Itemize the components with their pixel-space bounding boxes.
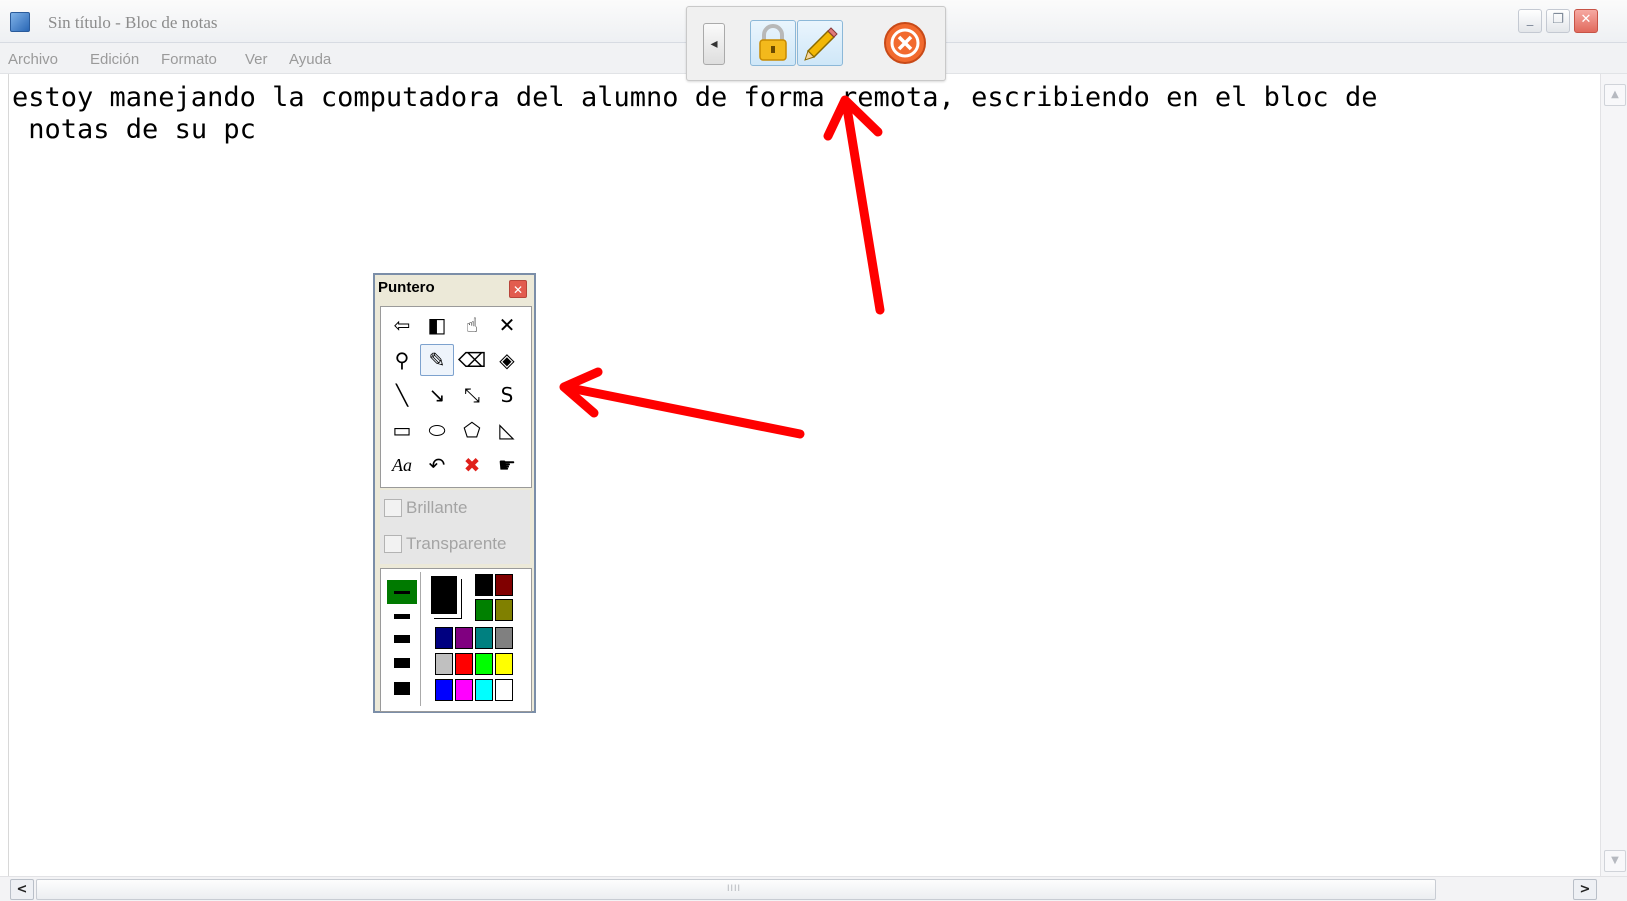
- annotation-overlay: [559, 95, 885, 439]
- annotation-arrow-toolbar: [823, 95, 885, 315]
- annotation-arrow-puntero: [559, 367, 805, 439]
